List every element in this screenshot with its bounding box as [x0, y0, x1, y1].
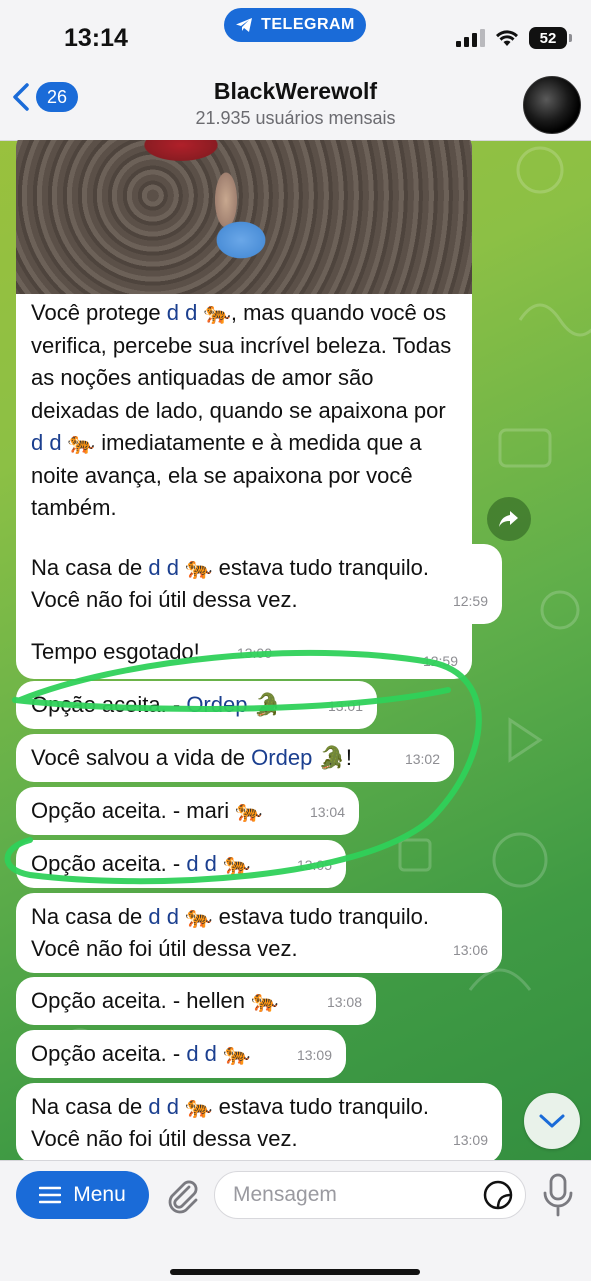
- message-text-segment: Você não foi útil dessa vez.: [31, 1126, 298, 1151]
- scroll-down-button[interactable]: [524, 1093, 580, 1149]
- player-name-link[interactable]: Ordep: [251, 745, 312, 770]
- message-line: Tempo esgotado!: [31, 636, 270, 668]
- message-text-segment: Na casa de: [31, 904, 149, 929]
- player-name-link[interactable]: d d: [148, 555, 179, 580]
- message-line: Você não foi útil dessa vez.: [31, 584, 486, 616]
- message-line: Na casa de d d 🐅 estava tudo tranquilo.: [31, 552, 486, 584]
- message-input[interactable]: [214, 1171, 526, 1219]
- message-line: Opção aceita. - d d 🐅: [31, 848, 330, 880]
- message-text-segment: 🐅 estava tudo tranquilo.: [179, 555, 429, 580]
- message-line: Você salvou a vida de Ordep 🐊!: [31, 742, 438, 774]
- chevron-down-icon: [539, 1114, 565, 1128]
- message-bubble[interactable]: Na casa de d d 🐅 estava tudo tranquilo. V…: [16, 544, 502, 624]
- player-name-link[interactable]: Ordep: [186, 692, 247, 717]
- message-text-segment: Você não foi útil dessa vez.: [31, 587, 298, 612]
- message-bubble[interactable]: Opção aceita. - d d 🐅 13:09: [16, 1030, 346, 1078]
- message-time: 13:01: [327, 698, 363, 714]
- message-time: 13:00: [236, 645, 272, 661]
- message-line: Você não foi útil dessa vez.: [31, 933, 486, 965]
- message-text-segment: Você protege: [31, 300, 167, 325]
- home-indicator: [170, 1269, 420, 1275]
- telegram-pill[interactable]: TELEGRAM: [224, 8, 366, 42]
- message-time: 13:09: [296, 1047, 332, 1063]
- telegram-plane-icon: [236, 18, 253, 32]
- microphone-icon[interactable]: [540, 1173, 576, 1217]
- message-time: 12:59: [422, 653, 458, 669]
- chat-header: 26 BlackWerewolf 21.935 usuários mensais: [0, 62, 591, 141]
- message-line: Opção aceita. - hellen 🐅: [31, 985, 360, 1017]
- message-text-segment: 🐅 estava tudo tranquilo.: [179, 904, 429, 929]
- message-line: Opção aceita. - d d 🐅: [31, 1038, 330, 1070]
- message-text-segment: Opção aceita. -: [31, 851, 187, 876]
- message-bubble[interactable]: Você salvou a vida de Ordep 🐊! 13:02: [16, 734, 454, 782]
- hamburger-icon: [39, 1186, 62, 1204]
- battery-icon: 52: [529, 27, 572, 49]
- player-name-link[interactable]: d d: [31, 430, 62, 455]
- message-line: Opção aceita. - mari 🐅: [31, 795, 343, 827]
- message-list[interactable]: Você protege d d 🐅, mas quando você os v…: [0, 140, 591, 1160]
- status-bar: 13:14 TELEGRAM 52: [0, 0, 591, 62]
- message-text-segment: Opção aceita. -: [31, 1041, 187, 1066]
- message-line: Opção aceita. - Ordep 🐊: [31, 689, 361, 721]
- player-name-link[interactable]: d d: [186, 1041, 217, 1066]
- message-text-segment: 🐅: [216, 851, 251, 876]
- message-bubble[interactable]: Opção aceita. - Ordep 🐊 13:01: [16, 681, 377, 729]
- message-text-segment: 🐅 estava tudo tranquilo.: [179, 1094, 429, 1119]
- player-name-link[interactable]: d d: [148, 1094, 179, 1119]
- message-time: 13:06: [452, 942, 488, 958]
- chat-subtitle: 21.935 usuários mensais: [195, 108, 396, 128]
- media-message-text: Você protege d d 🐅, mas quando você os v…: [31, 297, 461, 525]
- message-text-segment: Opção aceita. - hellen 🐅: [31, 988, 279, 1013]
- message-text-segment: Na casa de: [31, 1094, 149, 1119]
- message-bubble[interactable]: Na casa de d d 🐅 estava tudo tranquilo. V…: [16, 1083, 502, 1160]
- message-bubble[interactable]: Opção aceita. - d d 🐅 13:05: [16, 840, 346, 888]
- message-text-segment: 🐊: [247, 692, 281, 717]
- menu-button[interactable]: Menu: [16, 1171, 149, 1219]
- message-line: Na casa de d d 🐅 estava tudo tranquilo.: [31, 1091, 486, 1123]
- player-name-link[interactable]: d d: [148, 904, 179, 929]
- message-time: 13:02: [404, 751, 440, 767]
- wifi-icon: [496, 30, 518, 46]
- message-text-segment: 🐊!: [312, 745, 352, 770]
- share-button[interactable]: [487, 497, 531, 541]
- message-line: Você não foi útil dessa vez.: [31, 1123, 486, 1155]
- message-bubble[interactable]: Tempo esgotado! 13:00: [16, 628, 286, 676]
- forward-arrow-icon: [499, 511, 518, 527]
- message-text-segment: Opção aceita. -: [31, 692, 187, 717]
- message-bubble[interactable]: Na casa de d d 🐅 estava tudo tranquilo. V…: [16, 893, 502, 973]
- message-time: 13:09: [452, 1132, 488, 1148]
- message-text-segment: 🐅: [216, 1041, 251, 1066]
- chat-title[interactable]: BlackWerewolf: [0, 78, 591, 105]
- battery-level: 52: [539, 29, 557, 47]
- status-time: 13:14: [64, 24, 128, 52]
- message-bubble[interactable]: Opção aceita. - hellen 🐅 13:08: [16, 977, 376, 1025]
- message-time: 12:59: [452, 593, 488, 609]
- message-text-segment: Tempo esgotado!: [31, 639, 200, 664]
- player-name-link[interactable]: d d: [167, 300, 198, 325]
- message-line: Na casa de d d 🐅 estava tudo tranquilo.: [31, 901, 486, 933]
- sticker-icon[interactable]: [482, 1179, 514, 1211]
- message-photo[interactable]: [16, 140, 472, 294]
- message-text-segment: 🐅 imediatamente e à medida que a noite a…: [31, 430, 422, 520]
- signal-icon: [456, 29, 485, 47]
- message-text-segment: Você salvou a vida de: [31, 745, 252, 770]
- message-text-segment: Você não foi útil dessa vez.: [31, 936, 298, 961]
- paperclip-icon[interactable]: [162, 1175, 202, 1215]
- composer-bar: Menu: [0, 1160, 591, 1281]
- status-indicators: 52: [456, 27, 572, 49]
- message-time: 13:04: [309, 804, 345, 820]
- message-time: 13:05: [296, 857, 332, 873]
- menu-label: Menu: [73, 1183, 126, 1206]
- message-bubble[interactable]: Opção aceita. - mari 🐅 13:04: [16, 787, 359, 835]
- message-text-segment: Opção aceita. - mari 🐅: [31, 798, 263, 823]
- message-time: 13:08: [326, 994, 362, 1010]
- telegram-pill-label: TELEGRAM: [261, 16, 355, 33]
- chat-avatar[interactable]: [523, 76, 581, 134]
- player-name-link[interactable]: d d: [186, 851, 217, 876]
- message-text-segment: Na casa de: [31, 555, 149, 580]
